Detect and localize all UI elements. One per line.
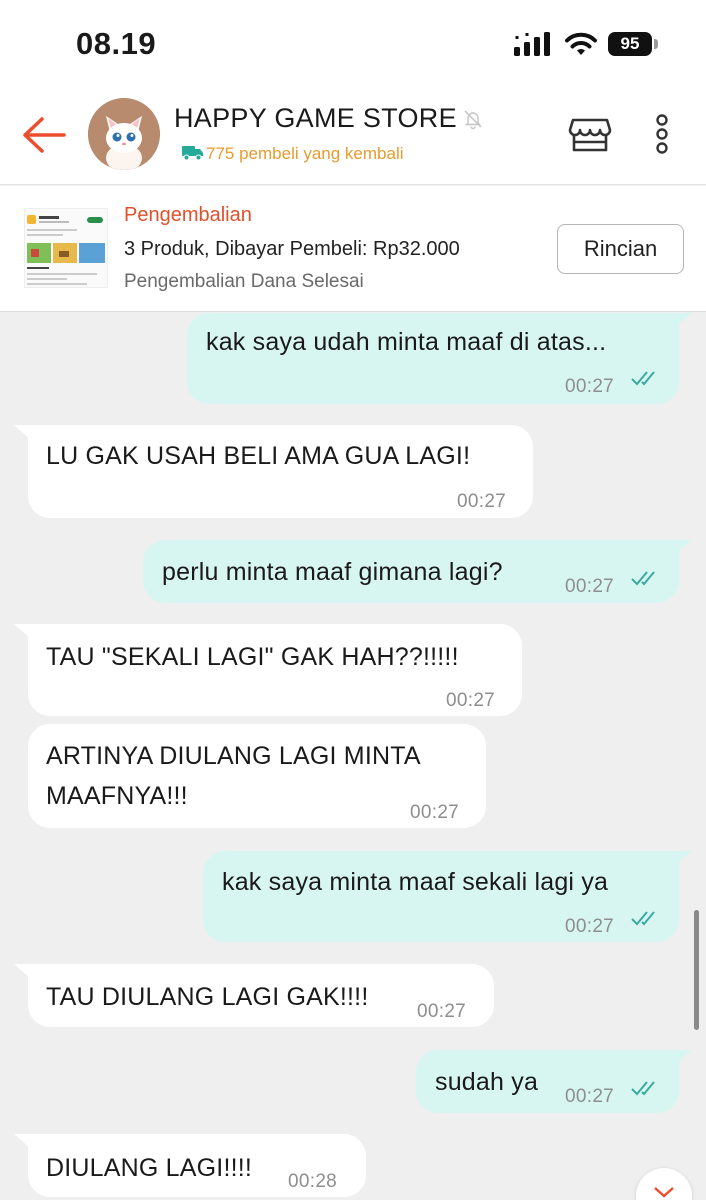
message-time: 00:27: [565, 1086, 615, 1107]
order-status: Pengembalian Dana Selesai: [124, 271, 364, 292]
status-bar: 08.19 95: [0, 0, 706, 90]
message-text: kak saya minta maaf sekali lagi ya: [222, 868, 609, 896]
more-options-icon[interactable]: [648, 112, 676, 156]
message-time: 00:28: [288, 1171, 338, 1192]
chevron-down-icon: [654, 1187, 674, 1198]
read-check-icon: [631, 571, 655, 586]
cat-avatar-image: [88, 98, 160, 170]
store-avatar[interactable]: [88, 98, 160, 170]
order-summary: 3 Produk, Dibayar Pembeli: Rp32.000: [124, 238, 460, 260]
incoming-message[interactable]: TAU "SEKALI LAGI" GAK HAH??!!!!! 00:27: [28, 624, 522, 716]
message-text: sudah ya: [435, 1068, 539, 1096]
shop-icon[interactable]: [568, 112, 612, 156]
wifi-icon: [565, 32, 597, 55]
outgoing-message[interactable]: kak saya minta maaf sekali lagi ya 00:27: [203, 851, 679, 942]
bubble-tail: [678, 1050, 692, 1062]
battery-cap: [654, 39, 658, 49]
message-text: MAAFNYA!!!: [46, 782, 188, 810]
details-button[interactable]: Rincian: [557, 224, 684, 274]
bubble-tail: [678, 540, 692, 552]
message-time: 00:27: [565, 376, 615, 397]
message-time: 00:27: [417, 1001, 467, 1022]
message-text: TAU "SEKALI LAGI" GAK HAH??!!!!!: [46, 643, 459, 671]
incoming-message[interactable]: ARTINYA DIULANG LAGI MINTA MAAFNYA!!! 00…: [28, 724, 486, 828]
message-time: 00:27: [446, 690, 496, 711]
outgoing-message[interactable]: perlu minta maaf gimana lagi? 00:27: [143, 540, 679, 603]
message-time: 00:27: [565, 916, 615, 937]
order-info-bar: Pengembalian 3 Produk, Dibayar Pembeli: …: [0, 186, 706, 312]
message-text: kak saya udah minta maaf di atas...: [206, 328, 607, 356]
message-time: 00:27: [410, 802, 460, 823]
mute-bell-icon: [464, 110, 482, 130]
order-type-label: Pengembalian: [124, 204, 252, 226]
bubble-tail: [678, 313, 692, 325]
back-arrow-icon[interactable]: [20, 114, 68, 156]
outgoing-message[interactable]: kak saya udah minta maaf di atas... 00:2…: [187, 313, 679, 404]
message-text: ARTINYA DIULANG LAGI MINTA: [46, 742, 421, 770]
store-name[interactable]: HAPPY GAME STORE: [174, 103, 457, 134]
returning-buyers-label: 775 pembeli yang kembali: [206, 144, 404, 163]
chat-header: HAPPY GAME STORE 775 pembeli yang kembal…: [0, 90, 706, 185]
message-text: TAU DIULANG LAGI GAK!!!!: [46, 983, 369, 1011]
battery-indicator: 95: [608, 32, 652, 56]
read-check-icon: [631, 911, 655, 926]
message-text: LU GAK USAH BELI AMA GUA LAGI!: [46, 442, 471, 470]
message-text: perlu minta maaf gimana lagi?: [162, 558, 503, 586]
message-time: 00:27: [565, 576, 615, 597]
battery-level: 95: [620, 34, 640, 53]
scroll-to-bottom-button[interactable]: [636, 1168, 692, 1200]
message-list[interactable]: kak saya udah minta maaf di atas... 00:2…: [0, 313, 706, 1200]
message-text: DIULANG LAGI!!!!: [46, 1154, 253, 1182]
product-thumbnail[interactable]: [24, 208, 108, 288]
truck-icon: [182, 146, 203, 161]
scrollbar-thumb[interactable]: [694, 910, 699, 1030]
status-time: 08.19: [76, 26, 157, 61]
cellular-signal-icon: [514, 32, 550, 56]
read-check-icon: [631, 371, 655, 386]
incoming-message[interactable]: DIULANG LAGI!!!! 00:28: [28, 1134, 366, 1197]
incoming-message[interactable]: LU GAK USAH BELI AMA GUA LAGI! 00:27: [28, 425, 533, 518]
message-time: 00:27: [457, 491, 507, 512]
outgoing-message[interactable]: sudah ya 00:27: [416, 1050, 679, 1113]
incoming-message[interactable]: TAU DIULANG LAGI GAK!!!! 00:27: [28, 964, 494, 1027]
bubble-tail: [678, 851, 692, 863]
read-check-icon: [631, 1081, 655, 1096]
